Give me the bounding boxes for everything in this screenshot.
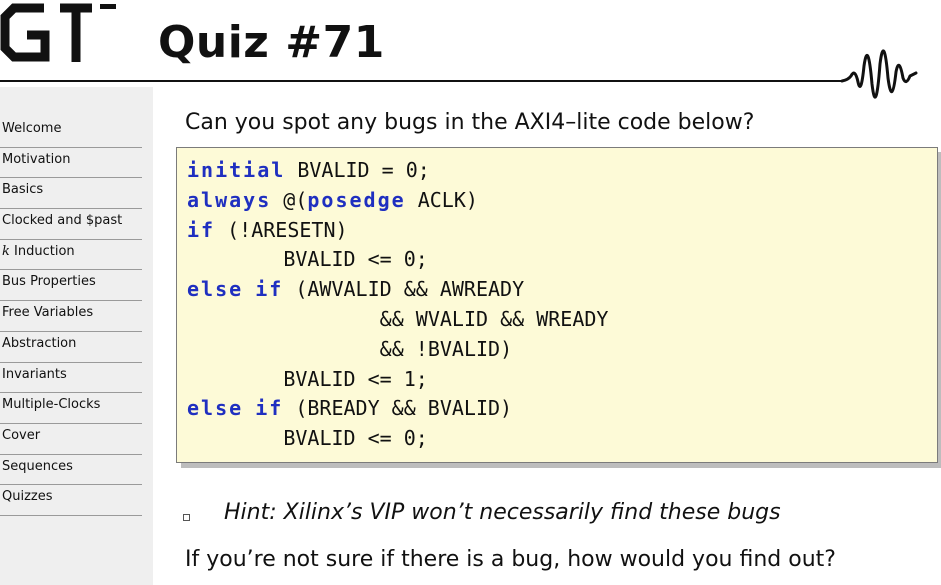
nav-item-label: Induction (14, 243, 75, 259)
code-block: initial BVALID = 0; always @(posedge ACL… (176, 147, 938, 463)
code-line: always @(posedge ACLK) (187, 188, 478, 212)
nav-item-basics[interactable]: Basics (0, 178, 142, 210)
nav-item-cover[interactable]: Cover (0, 424, 142, 455)
code-line: && WVALID && WREADY (187, 306, 609, 331)
code-text: && WVALID && WREADY (187, 306, 609, 331)
code-text: && !BVALID) (187, 336, 513, 361)
code-line: BVALID <= 0; (187, 426, 428, 450)
question-text: Can you spot any bugs in the AXI4–lite c… (185, 110, 755, 135)
verilog-code: initial BVALID = 0; always @(posedge ACL… (187, 156, 608, 454)
code-text: BVALID <= 1; (187, 366, 428, 391)
code-text: BVALID <= 0; (187, 247, 428, 272)
code-line: initial BVALID = 0; (187, 158, 430, 182)
nav-item-motivation[interactable]: Motivation (0, 148, 142, 179)
code-keyword: else (187, 396, 244, 421)
code-line: else if (AWVALID && AWREADY (187, 277, 524, 301)
code-keyword: always (187, 187, 272, 212)
code-text: @( (271, 187, 308, 212)
code-line: else if (BREADY && BVALID) (187, 396, 512, 420)
nav-item-clocked-and-past[interactable]: Clocked and $past (0, 209, 142, 240)
nav-item-abstraction[interactable]: Abstraction (0, 332, 142, 363)
nav-item-label: Cover (2, 427, 41, 443)
nav-item-label: Basics (2, 182, 44, 198)
code-keyword: initial (187, 158, 286, 182)
nav-list: Welcome Motivation Basics Clocked and $p… (0, 117, 142, 516)
code-text: BVALID <= 0; (187, 426, 428, 451)
nav-item-label: Multiple-Clocks (2, 397, 101, 413)
code-text: (BREADY && BVALID) (283, 396, 513, 421)
nav-item-label: Quizzes (2, 489, 53, 505)
nav-item-sequences[interactable]: Sequences (0, 455, 142, 486)
code-text: (AWVALID && AWREADY (283, 277, 525, 302)
nav-item-bus-properties[interactable]: Bus Properties (0, 270, 142, 302)
slide: Quiz #71 Welcome Motivation Basics Clock… (0, 0, 941, 585)
code-line: if (!ARESETN) (187, 218, 348, 242)
nav-item-label: Abstraction (2, 335, 77, 351)
nav-item-multiple-clocks[interactable]: Multiple-Clocks (0, 393, 142, 424)
hint-text: Hint: Xilinx’s VIP won’t necessarily fin… (224, 500, 781, 525)
nav-item-welcome[interactable]: Welcome (0, 117, 142, 148)
nav-item-label: Bus Properties (2, 274, 96, 290)
code-keyword: if (255, 277, 284, 302)
code-keyword: else (187, 277, 244, 302)
nav-item-free-variables[interactable]: Free Variables (0, 301, 142, 332)
code-text: (!ARESETN) (215, 217, 348, 242)
bullet-square-icon (183, 514, 190, 521)
code-keyword: if (187, 217, 216, 242)
code-line: && !BVALID) (187, 337, 512, 361)
nav-item-quizzes[interactable]: Quizzes (0, 485, 142, 516)
sidebar-nav: Welcome Motivation Basics Clocked and $p… (0, 87, 153, 585)
code-line: BVALID <= 1; (187, 367, 428, 391)
nav-item-label: Welcome (2, 121, 62, 136)
nav-item-label: Invariants (2, 366, 67, 382)
nav-item-label: Clocked and $past (2, 213, 123, 229)
nav-item-math-prefix: k (2, 243, 10, 259)
nav-item-invariants[interactable]: Invariants (0, 363, 142, 394)
nav-item-k-induction[interactable]: k Induction (0, 240, 142, 271)
code-line: BVALID <= 0; (187, 247, 428, 271)
followup-question: If you’re not sure if there is a bug, ho… (185, 547, 836, 572)
slide-title: Quiz #71 (158, 17, 385, 68)
code-text: BVALID = 0; (285, 158, 430, 182)
gt-logo (0, 3, 116, 62)
nav-item-label: Sequences (2, 458, 73, 474)
nav-item-label: Motivation (2, 151, 71, 167)
code-keyword: if (255, 396, 284, 421)
code-keyword: posedge (307, 187, 406, 212)
nav-item-label: Free Variables (2, 305, 94, 321)
code-text: ACLK) (405, 187, 478, 212)
